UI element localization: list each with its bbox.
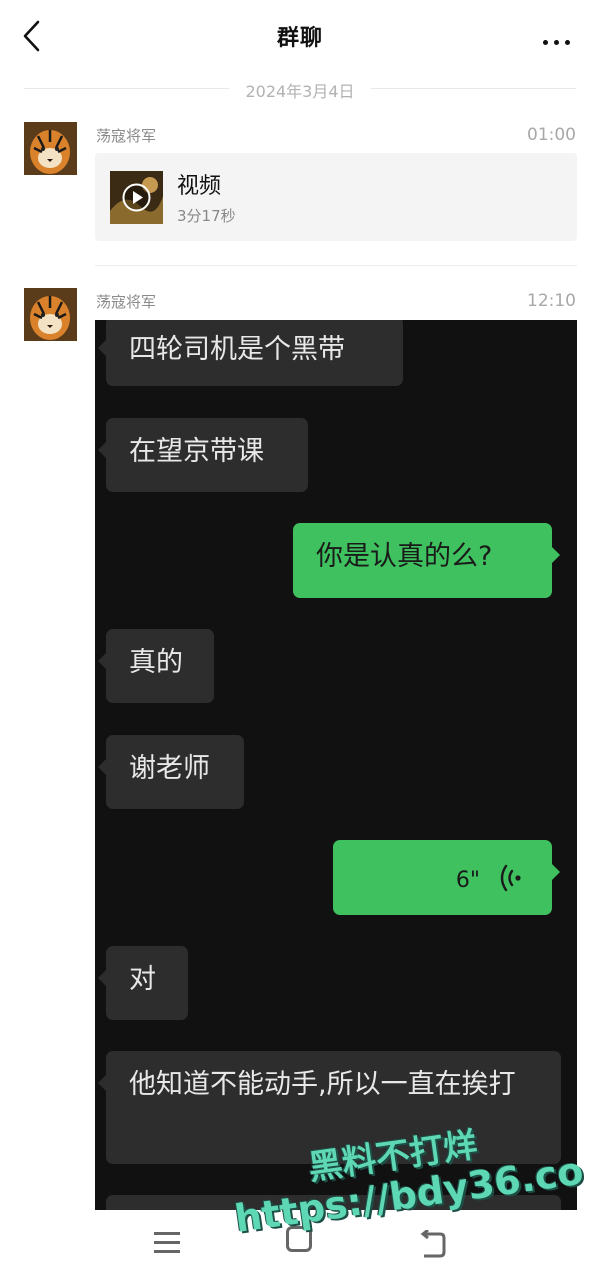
sender-name: 荡寇将军 bbox=[96, 293, 157, 311]
date-separator: 2024年3月4日 bbox=[24, 76, 576, 101]
voice-message-bubble: 6" bbox=[333, 840, 560, 915]
return-icon[interactable] bbox=[420, 1230, 446, 1258]
play-icon bbox=[122, 183, 151, 212]
incoming-bubble: 他知道不能动手,所以一直在挨打 bbox=[98, 1051, 561, 1164]
system-nav-bar bbox=[0, 1210, 600, 1280]
video-title: 视频 bbox=[177, 174, 222, 199]
incoming-bubble-partial bbox=[106, 1195, 561, 1210]
video-duration: 3分17秒 bbox=[177, 207, 236, 225]
date-label: 2024年3月4日 bbox=[245, 82, 355, 101]
avatar[interactable] bbox=[24, 122, 77, 175]
home-icon[interactable] bbox=[286, 1226, 312, 1252]
outgoing-bubble: 你是认真的么? bbox=[293, 523, 560, 598]
page-title: 群聊 bbox=[276, 26, 323, 51]
video-message[interactable]: 视频 3分17秒 bbox=[95, 153, 577, 241]
more-dots-icon[interactable] bbox=[540, 30, 576, 45]
incoming-bubble: 真的 bbox=[98, 629, 214, 703]
voice-duration: 6" bbox=[455, 868, 480, 893]
voice-wave-icon bbox=[500, 864, 521, 892]
message-time: 12:10 bbox=[527, 291, 576, 311]
video-thumbnail bbox=[110, 171, 163, 224]
incoming-bubble: 谢老师 bbox=[98, 735, 244, 809]
avatar[interactable] bbox=[24, 288, 77, 341]
top-bar: 群聊 bbox=[0, 0, 600, 74]
menu-icon[interactable] bbox=[154, 1232, 180, 1254]
divider bbox=[95, 265, 577, 266]
incoming-bubble: 对 bbox=[98, 946, 188, 1020]
incoming-bubble: 在望京带课 bbox=[98, 418, 308, 492]
back-arrow-icon[interactable] bbox=[18, 18, 48, 54]
incoming-bubble: 四轮司机是个黑带 bbox=[98, 320, 403, 386]
chat-screenshot-image[interactable]: 四轮司机是个黑带 在望京带课 你是认真的么? 真的 谢老师 6" 对 他知道不能… bbox=[95, 320, 577, 1210]
tiger-avatar-image bbox=[24, 288, 77, 341]
sender-name: 荡寇将军 bbox=[96, 127, 157, 145]
tiger-avatar-image bbox=[24, 122, 77, 175]
message-time: 01:00 bbox=[527, 125, 576, 145]
